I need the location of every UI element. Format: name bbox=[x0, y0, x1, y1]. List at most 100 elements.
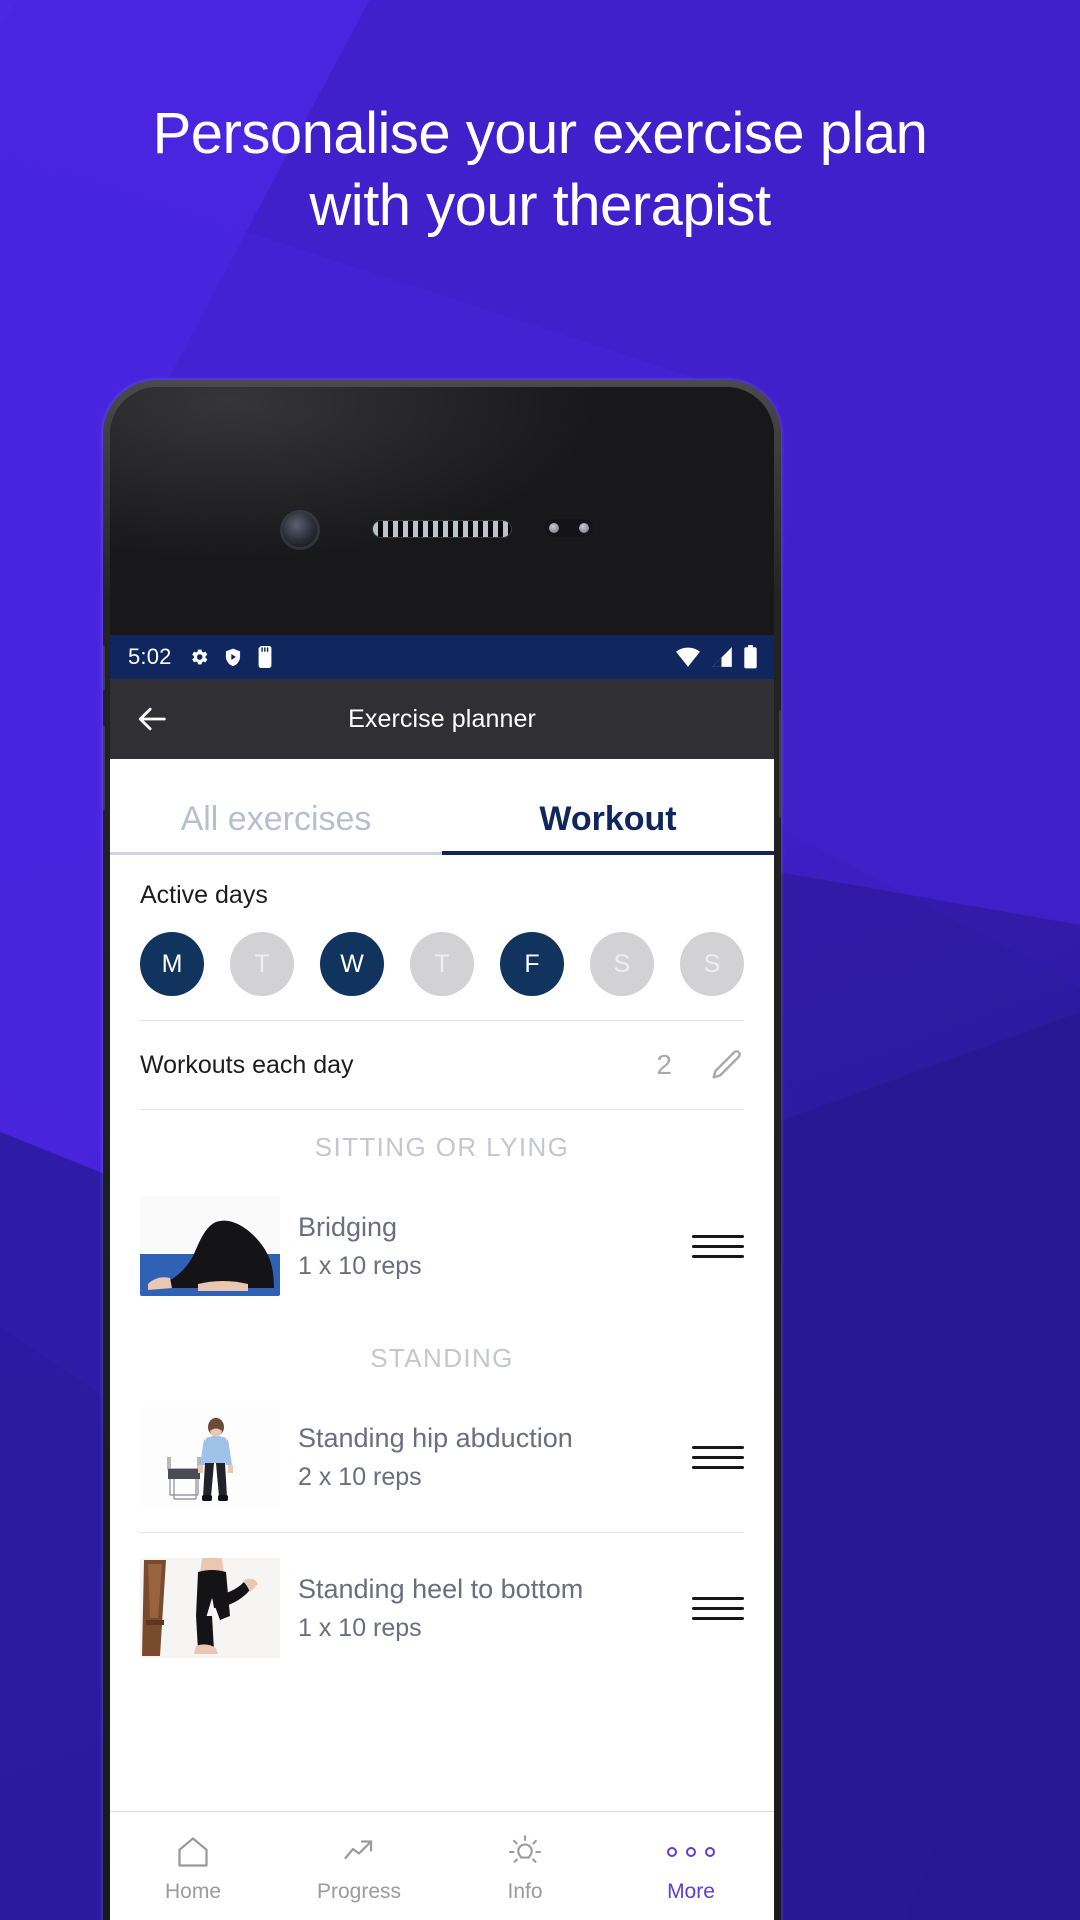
tab-workout-label: Workout bbox=[539, 800, 677, 838]
more-dot-1 bbox=[667, 1846, 677, 1857]
day-toggle-tuesday-label: T bbox=[254, 949, 270, 978]
shield-play-icon bbox=[225, 648, 240, 667]
tab-workout[interactable]: Workout bbox=[442, 800, 774, 851]
drag-handle-line-1 bbox=[692, 1234, 744, 1238]
standing-heel-to-bottom-photo bbox=[140, 1558, 280, 1658]
more-dot-3 bbox=[705, 1846, 715, 1857]
drag-handle-line-2 bbox=[692, 1606, 744, 1610]
group-header-standing: STANDING bbox=[370, 1343, 514, 1373]
drag-handle-line-2 bbox=[692, 1244, 744, 1248]
day-toggle-saturday[interactable]: S bbox=[590, 932, 654, 996]
bridging-thumbnail-graphic bbox=[140, 1196, 280, 1296]
day-toggle-friday[interactable]: F bbox=[500, 932, 564, 996]
workouts-each-day-label: Workouts each day bbox=[140, 1050, 354, 1079]
active-days-label: Active days bbox=[140, 881, 268, 909]
exercise-name-bridging: Bridging bbox=[298, 1211, 398, 1242]
exercise-text-standing-hip-abduction: Standing hip abduction 2 x 10 reps bbox=[298, 1422, 692, 1493]
drag-handle-line-2 bbox=[692, 1455, 744, 1459]
more-dots-icon bbox=[667, 1832, 715, 1872]
status-bar-notification-icons bbox=[188, 646, 274, 668]
wifi-icon bbox=[676, 647, 700, 667]
nav-item-more[interactable]: More bbox=[608, 1812, 774, 1920]
trending-up-icon bbox=[341, 1832, 377, 1872]
sd-card-icon bbox=[258, 646, 272, 668]
day-toggle-wednesday[interactable]: W bbox=[320, 932, 384, 996]
phone-bezel-sheen bbox=[110, 387, 774, 635]
phone-button-left-upper bbox=[103, 645, 105, 691]
home-icon bbox=[175, 1832, 211, 1872]
drag-handle-line-3 bbox=[692, 1254, 744, 1258]
tab-indicator-active bbox=[442, 851, 774, 855]
lightbulb-icon bbox=[507, 1832, 543, 1872]
tab-all-exercises-label: All exercises bbox=[180, 800, 372, 838]
app-bar: Exercise planner bbox=[110, 679, 774, 759]
sensor-dot-left bbox=[549, 523, 559, 533]
drag-handle-icon[interactable] bbox=[692, 1590, 744, 1627]
promo-headline-line-2: with your therapist bbox=[309, 172, 771, 238]
drag-handle-line-3 bbox=[692, 1616, 744, 1620]
bottom-navigation-bar: Home Progress Info More bbox=[110, 1811, 774, 1920]
exercise-name-standing-hip-abduction: Standing hip abduction bbox=[298, 1422, 573, 1453]
proximity-sensor bbox=[545, 519, 593, 537]
battery-icon bbox=[744, 645, 757, 669]
exercise-row-bridging[interactable]: Bridging 1 x 10 reps bbox=[110, 1171, 774, 1321]
workouts-each-day-value: 2 bbox=[656, 1049, 672, 1080]
active-days-row: M T W T F S S bbox=[140, 932, 744, 996]
page-title: Exercise planner bbox=[348, 704, 536, 733]
day-toggle-monday[interactable]: M bbox=[140, 932, 204, 996]
tab-indicator-inactive bbox=[110, 852, 442, 855]
front-camera-icon bbox=[283, 513, 317, 547]
promo-headline-line-1: Personalise your exercise plan bbox=[152, 101, 928, 166]
phone-screen-area: 5:02 Exercise planner All exercises Work… bbox=[110, 387, 774, 1920]
exercise-name-standing-heel-to-bottom: Standing heel to bottom bbox=[298, 1573, 584, 1604]
earpiece-speaker bbox=[372, 520, 512, 538]
status-bar: 5:02 bbox=[110, 635, 774, 679]
exercise-row-standing-hip-abduction[interactable]: Standing hip abduction 2 x 10 reps bbox=[110, 1382, 774, 1532]
day-toggle-wednesday-label: W bbox=[340, 949, 364, 978]
exercise-text-standing-heel-to-bottom: Standing heel to bottom 1 x 10 reps bbox=[298, 1573, 692, 1644]
drag-handle-line-1 bbox=[692, 1596, 744, 1600]
day-toggle-friday-label: F bbox=[524, 949, 540, 978]
exercise-reps-standing-hip-abduction: 2 x 10 reps bbox=[298, 1463, 422, 1492]
phone-mockup: 5:02 Exercise planner All exercises Work… bbox=[103, 380, 781, 1920]
standing-hip-abduction-thumbnail-graphic bbox=[140, 1407, 280, 1507]
pencil-icon[interactable] bbox=[708, 1047, 744, 1083]
drag-handle-line-3 bbox=[692, 1465, 744, 1469]
more-dots-group bbox=[667, 1846, 715, 1857]
day-toggle-monday-label: M bbox=[161, 949, 183, 978]
back-arrow-icon[interactable] bbox=[136, 702, 170, 736]
tab-all-exercises[interactable]: All exercises bbox=[110, 800, 442, 851]
bridging-photo bbox=[140, 1196, 280, 1296]
day-toggle-sunday-label: S bbox=[703, 949, 721, 978]
more-dot-2 bbox=[686, 1846, 696, 1857]
phone-button-left-lower bbox=[103, 725, 105, 811]
cellular-signal-icon bbox=[712, 647, 732, 667]
standing-heel-to-bottom-thumbnail-graphic bbox=[140, 1558, 280, 1658]
day-toggle-tuesday[interactable]: T bbox=[230, 932, 294, 996]
status-bar-system-icons bbox=[675, 645, 758, 669]
tab-indicator bbox=[110, 851, 774, 855]
sensor-dot-right bbox=[579, 523, 589, 533]
nav-item-progress[interactable]: Progress bbox=[276, 1812, 442, 1920]
status-bar-clock: 5:02 bbox=[128, 644, 172, 669]
nav-item-home-label: Home bbox=[164, 1879, 222, 1903]
exercise-text-bridging: Bridging 1 x 10 reps bbox=[298, 1211, 692, 1282]
nav-item-home[interactable]: Home bbox=[110, 1812, 276, 1920]
promo-headline: Personalise your exercise plan with your… bbox=[0, 98, 1080, 242]
nav-item-info[interactable]: Info bbox=[442, 1812, 608, 1920]
standing-hip-abduction-photo bbox=[140, 1407, 280, 1507]
drag-handle-icon[interactable] bbox=[692, 1228, 744, 1265]
tab-bar: All exercises Workout bbox=[110, 759, 774, 851]
workouts-each-day-row[interactable]: Workouts each day 2 bbox=[110, 1021, 774, 1109]
day-toggle-thursday-label: T bbox=[434, 949, 450, 978]
day-toggle-saturday-label: S bbox=[613, 949, 631, 978]
nav-item-progress-label: Progress bbox=[316, 1879, 402, 1903]
nav-item-info-label: Info bbox=[507, 1879, 543, 1903]
phone-button-right bbox=[779, 710, 781, 818]
exercise-reps-standing-heel-to-bottom: 1 x 10 reps bbox=[298, 1614, 422, 1643]
exercise-row-standing-heel-to-bottom[interactable]: Standing heel to bottom 1 x 10 reps bbox=[110, 1533, 774, 1683]
day-toggle-thursday[interactable]: T bbox=[410, 932, 474, 996]
day-toggle-sunday[interactable]: S bbox=[680, 932, 744, 996]
drag-handle-icon[interactable] bbox=[692, 1439, 744, 1476]
nav-item-more-label: More bbox=[667, 1879, 715, 1903]
